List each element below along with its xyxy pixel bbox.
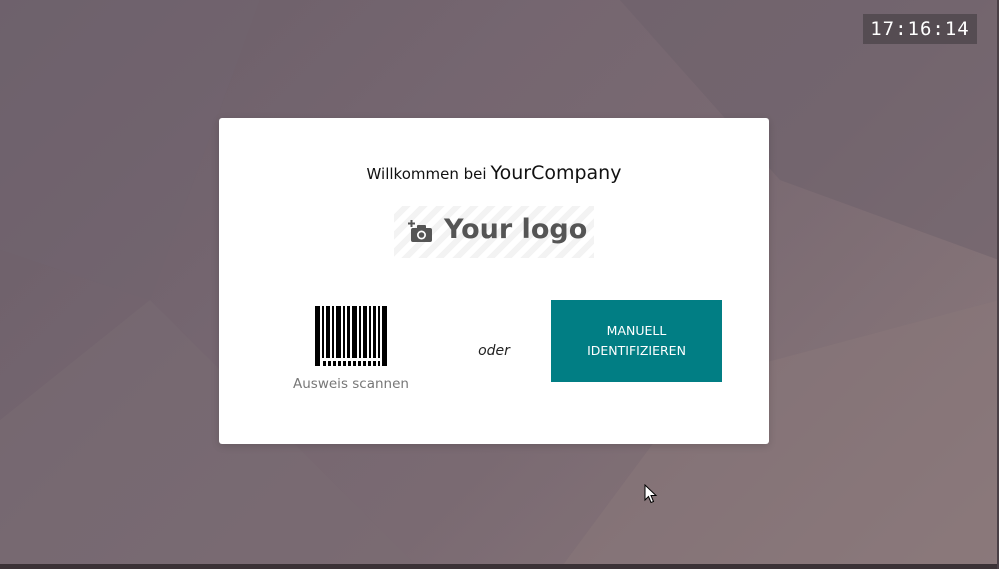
company-logo-placeholder: Your logo	[394, 206, 594, 258]
company-name: YourCompany	[490, 162, 622, 184]
scan-badge-area[interactable]: Ausweis scannen	[279, 304, 423, 392]
or-divider-text: oder	[478, 343, 510, 359]
add-camera-icon	[408, 220, 432, 242]
manual-identify-button[interactable]: MANUELL IDENTIFIZIEREN	[551, 300, 722, 382]
bottom-edge-strip	[0, 564, 999, 569]
welcome-heading: Willkommen bei YourCompany	[219, 162, 769, 184]
logo-text: Your logo	[444, 214, 588, 245]
clock-display: 17:16:14	[863, 14, 977, 44]
mouse-cursor-icon	[644, 484, 658, 504]
kiosk-welcome-card: Willkommen bei YourCompany Your logo Aus…	[219, 118, 769, 444]
welcome-prefix: Willkommen bei	[366, 165, 487, 183]
barcode-icon	[315, 306, 387, 366]
scan-badge-label: Ausweis scannen	[293, 376, 409, 392]
